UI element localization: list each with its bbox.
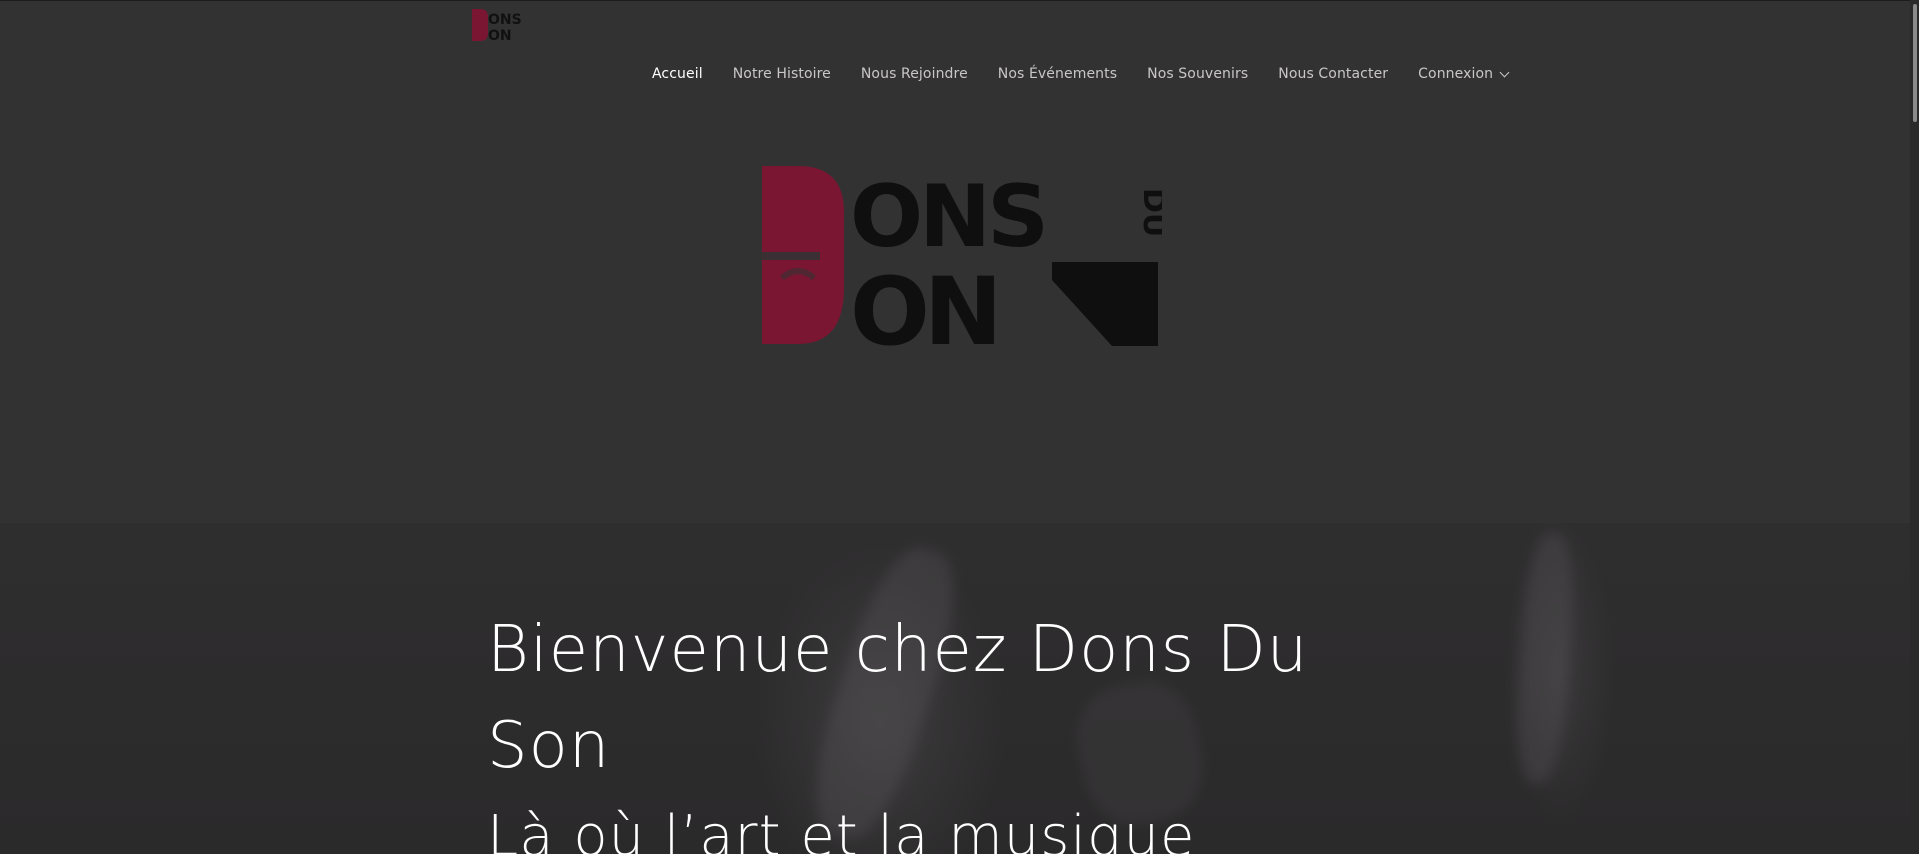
- header-logo[interactable]: ONS ON: [471, 9, 541, 41]
- mini-logo-line2: ON: [488, 28, 512, 41]
- brand-logo: ONS DU ON: [762, 166, 1162, 350]
- hero-subtitle: Là où l’art et la musique: [487, 804, 1196, 854]
- nav-item-nous-contacter[interactable]: Nous Contacter: [1278, 66, 1388, 82]
- nav-item-nos-evenements[interactable]: Nos Événements: [998, 66, 1117, 82]
- top-divider: [0, 0, 1919, 1]
- chevron-down-icon: [1499, 67, 1510, 77]
- logo-word-ons: ONS: [850, 167, 1045, 267]
- hero-title: Bienvenue chez Dons Du Son: [487, 613, 1309, 783]
- page: ONS ON Accueil Notre Histoire Nous Rejoi…: [0, 0, 1919, 854]
- logo-word-on: ON: [850, 258, 997, 350]
- mini-logo-line1: ONS: [488, 12, 522, 28]
- logo-word-du: DU: [1136, 188, 1162, 237]
- nav-item-accueil[interactable]: Accueil: [652, 66, 703, 82]
- nav-item-connexion[interactable]: Connexion: [1418, 66, 1510, 82]
- nav-item-nos-souvenirs[interactable]: Nos Souvenirs: [1147, 66, 1248, 82]
- nav-item-connexion-label: Connexion: [1418, 66, 1494, 82]
- scrollbar-thumb[interactable]: [1913, 4, 1917, 122]
- page-scrollbar[interactable]: [1910, 0, 1919, 854]
- nav-item-notre-histoire[interactable]: Notre Histoire: [733, 66, 831, 82]
- nav-item-nous-rejoindre[interactable]: Nous Rejoindre: [861, 66, 968, 82]
- hero-texture: [1511, 531, 1579, 785]
- main-nav: Accueil Notre Histoire Nous Rejoindre No…: [652, 66, 1538, 82]
